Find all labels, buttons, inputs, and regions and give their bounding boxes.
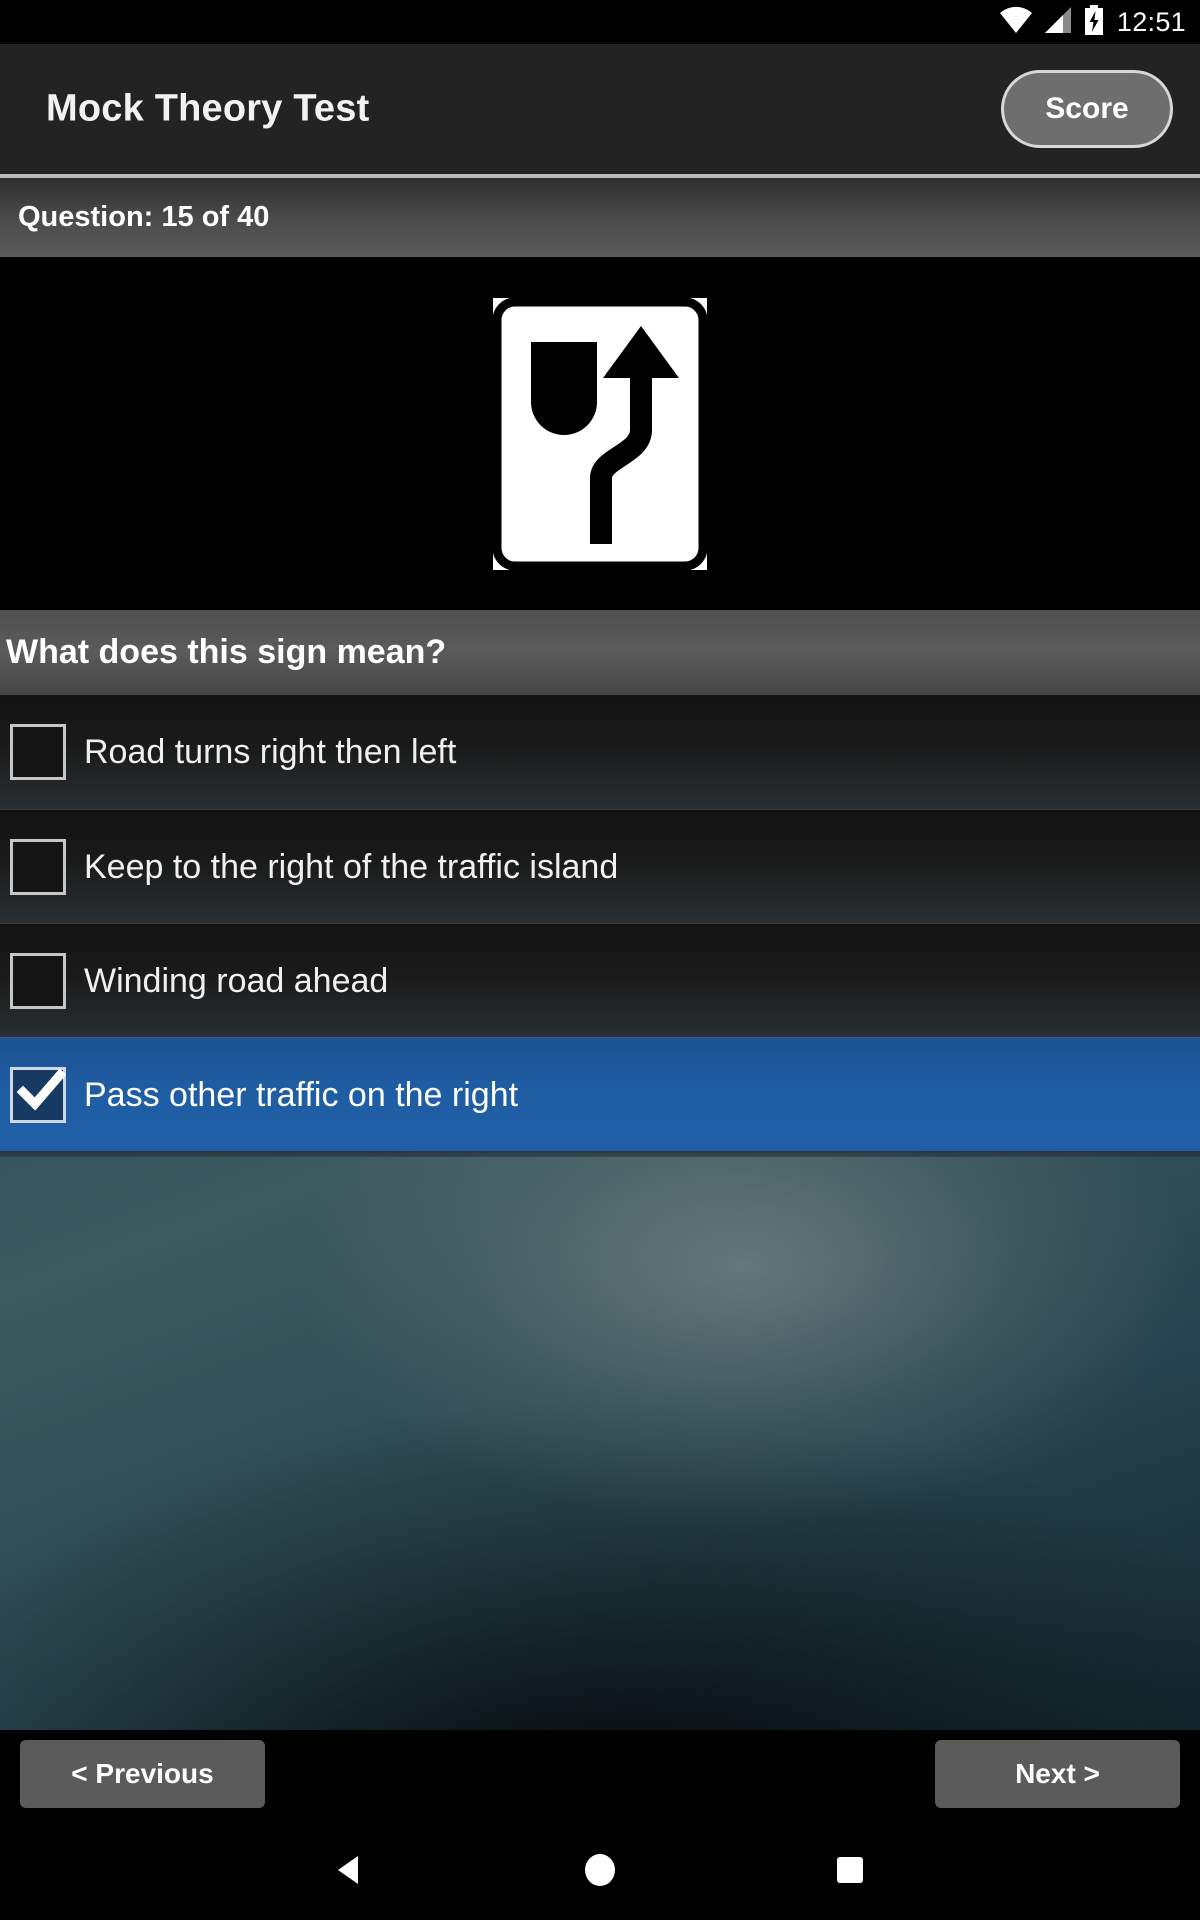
next-button[interactable]: Next > — [935, 1740, 1180, 1808]
system-back-button[interactable] — [225, 1852, 475, 1888]
question-text: What does this sign mean? — [6, 633, 447, 671]
answer-checkbox-checked[interactable] — [10, 1066, 66, 1123]
status-bar-clock: 12:51 — [1116, 6, 1186, 37]
keep-right-pass-either-side-sign — [493, 297, 707, 570]
answer-checkbox[interactable] — [10, 838, 66, 895]
previous-button[interactable]: < Previous — [20, 1740, 265, 1808]
wifi-icon — [999, 6, 1033, 39]
status-bar: 12:51 — [0, 0, 1200, 44]
answer-options-list: Road turns right then left Keep to the r… — [0, 695, 1200, 1151]
home-circle-icon — [585, 1854, 615, 1886]
options-bottom-edge — [0, 1151, 1200, 1157]
answer-option-row[interactable]: Winding road ahead — [0, 923, 1200, 1037]
battery-charging-icon — [1083, 4, 1105, 40]
device-screen: 12:51 Mock Theory Test Score Question: 1… — [0, 0, 1200, 1920]
system-navigation-bar — [0, 1820, 1200, 1920]
answer-option-label: Road turns right then left — [84, 733, 457, 771]
sign-image-panel — [0, 257, 1200, 610]
answer-option-label: Pass other traffic on the right — [84, 1075, 519, 1114]
back-triangle-icon — [338, 1856, 358, 1884]
answer-option-label: Winding road ahead — [84, 961, 389, 1000]
quiz-navigation-bar: < Previous Next > — [0, 1730, 1200, 1820]
answer-option-row[interactable]: Keep to the right of the traffic island — [0, 809, 1200, 923]
answer-checkbox[interactable] — [10, 952, 66, 1009]
system-home-button[interactable] — [475, 1851, 725, 1889]
answer-option-row[interactable]: Road turns right then left — [0, 695, 1200, 809]
answer-option-label: Keep to the right of the traffic island — [84, 847, 619, 886]
app-bar: Mock Theory Test Score — [0, 44, 1200, 174]
system-recents-button[interactable] — [725, 1854, 975, 1886]
recents-square-icon — [837, 1857, 863, 1883]
answer-checkbox[interactable] — [10, 724, 66, 780]
answer-option-row-selected[interactable]: Pass other traffic on the right — [0, 1037, 1200, 1151]
question-counter-text: Question: 15 of 40 — [18, 201, 270, 233]
score-button[interactable]: Score — [1001, 70, 1173, 148]
checkmark-icon — [16, 1068, 66, 1111]
question-text-bar: What does this sign mean? — [0, 610, 1200, 695]
cellular-signal-icon — [1043, 6, 1073, 39]
app-title: Mock Theory Test — [46, 87, 370, 130]
question-counter-bar: Question: 15 of 40 — [0, 178, 1200, 257]
